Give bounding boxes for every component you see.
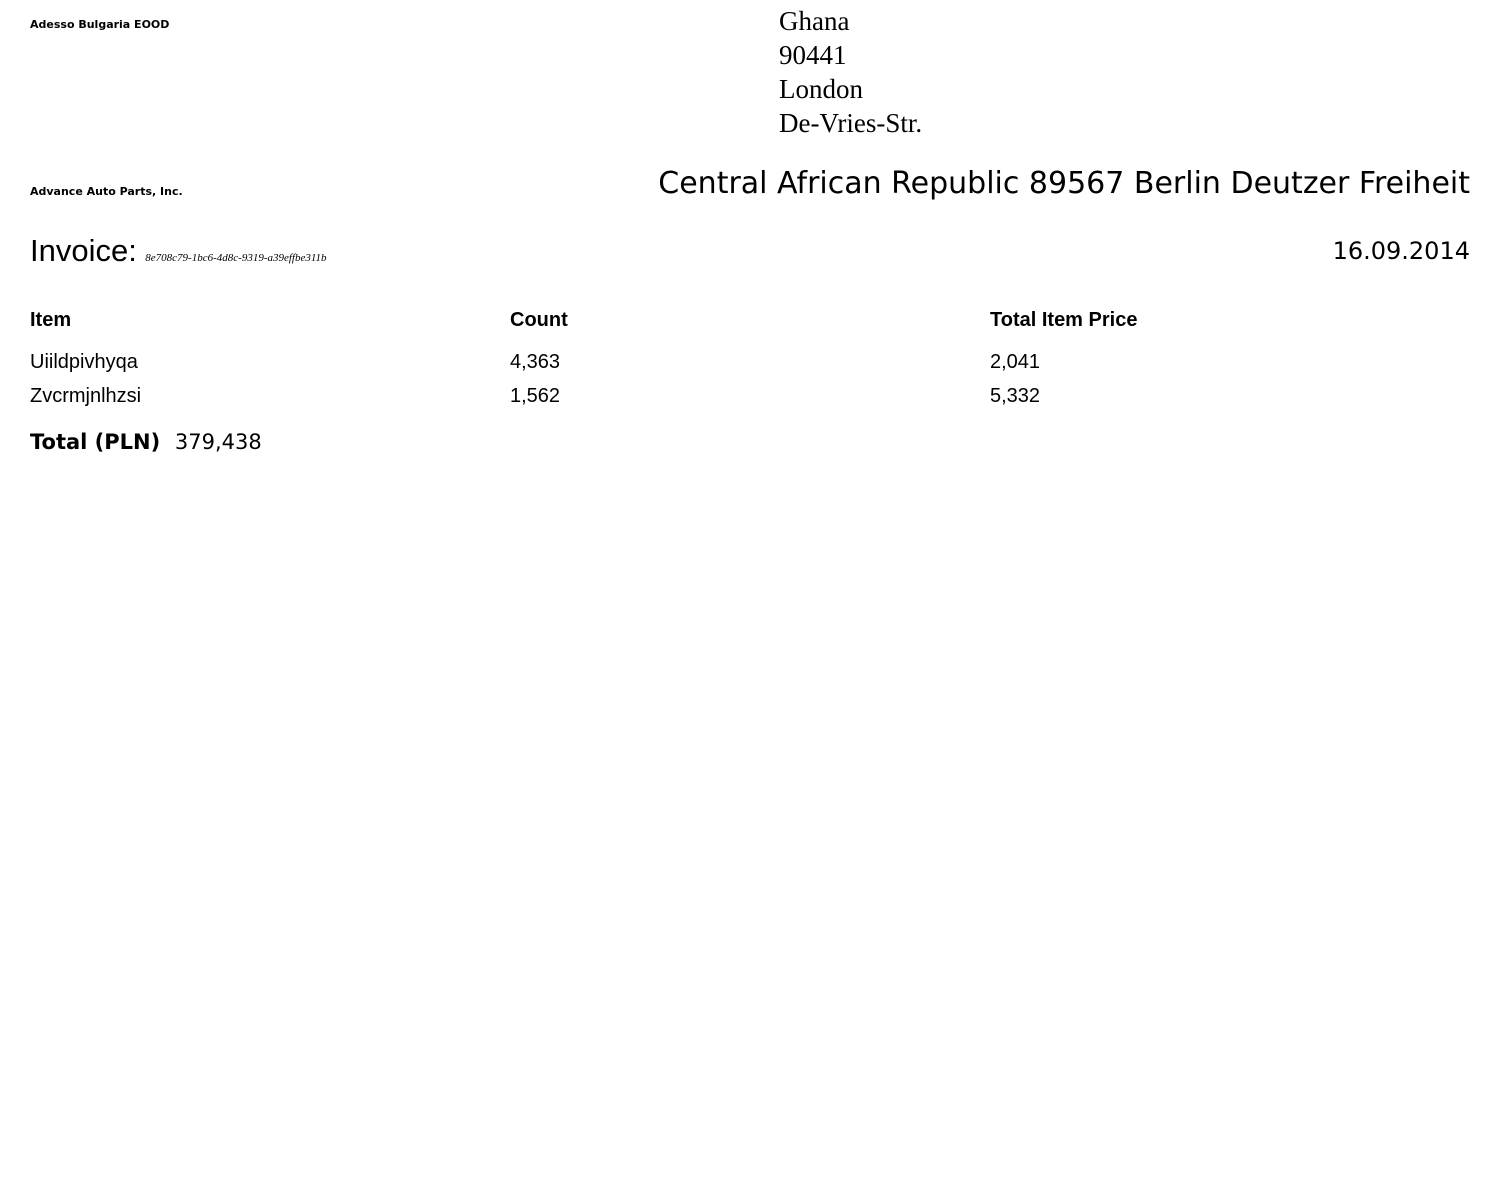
recipient-address-block: Ghana 90441 London De-Vries-Str. bbox=[779, 4, 922, 140]
column-header-item: Item bbox=[30, 308, 72, 331]
buyer-address: Central African Republic 89567 Berlin De… bbox=[658, 166, 1470, 201]
invoice-id: 8e708c79-1bc6-4d8c-9319-a39effbe311b bbox=[145, 252, 327, 264]
recipient-postal-code: 90441 bbox=[779, 40, 847, 70]
item-price-cell: 5,332 bbox=[990, 384, 1041, 407]
invoice-label: Invoice: bbox=[30, 233, 137, 268]
item-count-cell: 1,562 bbox=[510, 384, 561, 407]
invoice-title: Invoice: 8e708c79-1bc6-4d8c-9319-a39effb… bbox=[30, 233, 327, 269]
table-header-row: Item Count Total Item Price bbox=[30, 306, 1470, 334]
sender-company-name: Adesso Bulgaria EOOD bbox=[30, 18, 170, 31]
recipient-street: De-Vries-Str. bbox=[779, 108, 923, 138]
total-label: Total (PLN) bbox=[30, 430, 161, 454]
invoice-total: Total (PLN) 379,438 bbox=[30, 430, 262, 454]
item-name-cell: Zvcrmjnlhzsi bbox=[30, 384, 142, 407]
column-header-total-item-price: Total Item Price bbox=[990, 308, 1138, 331]
table-row: Zvcrmjnlhzsi 1,562 5,332 bbox=[30, 379, 1470, 413]
invoice-date: 16.09.2014 bbox=[1332, 237, 1470, 265]
column-header-count: Count bbox=[510, 308, 568, 331]
recipient-city: London bbox=[779, 74, 863, 104]
total-value: 379,438 bbox=[174, 430, 262, 454]
buyer-company-name: Advance Auto Parts, Inc. bbox=[30, 185, 183, 198]
recipient-country: Ghana bbox=[779, 6, 850, 36]
item-name-cell: Uiildpivhyqa bbox=[30, 350, 138, 373]
items-table: Item Count Total Item Price Uiildpivhyqa… bbox=[30, 306, 1470, 413]
item-count-cell: 4,363 bbox=[510, 350, 561, 373]
table-row: Uiildpivhyqa 4,363 2,041 bbox=[30, 345, 1470, 379]
item-price-cell: 2,041 bbox=[990, 350, 1041, 373]
